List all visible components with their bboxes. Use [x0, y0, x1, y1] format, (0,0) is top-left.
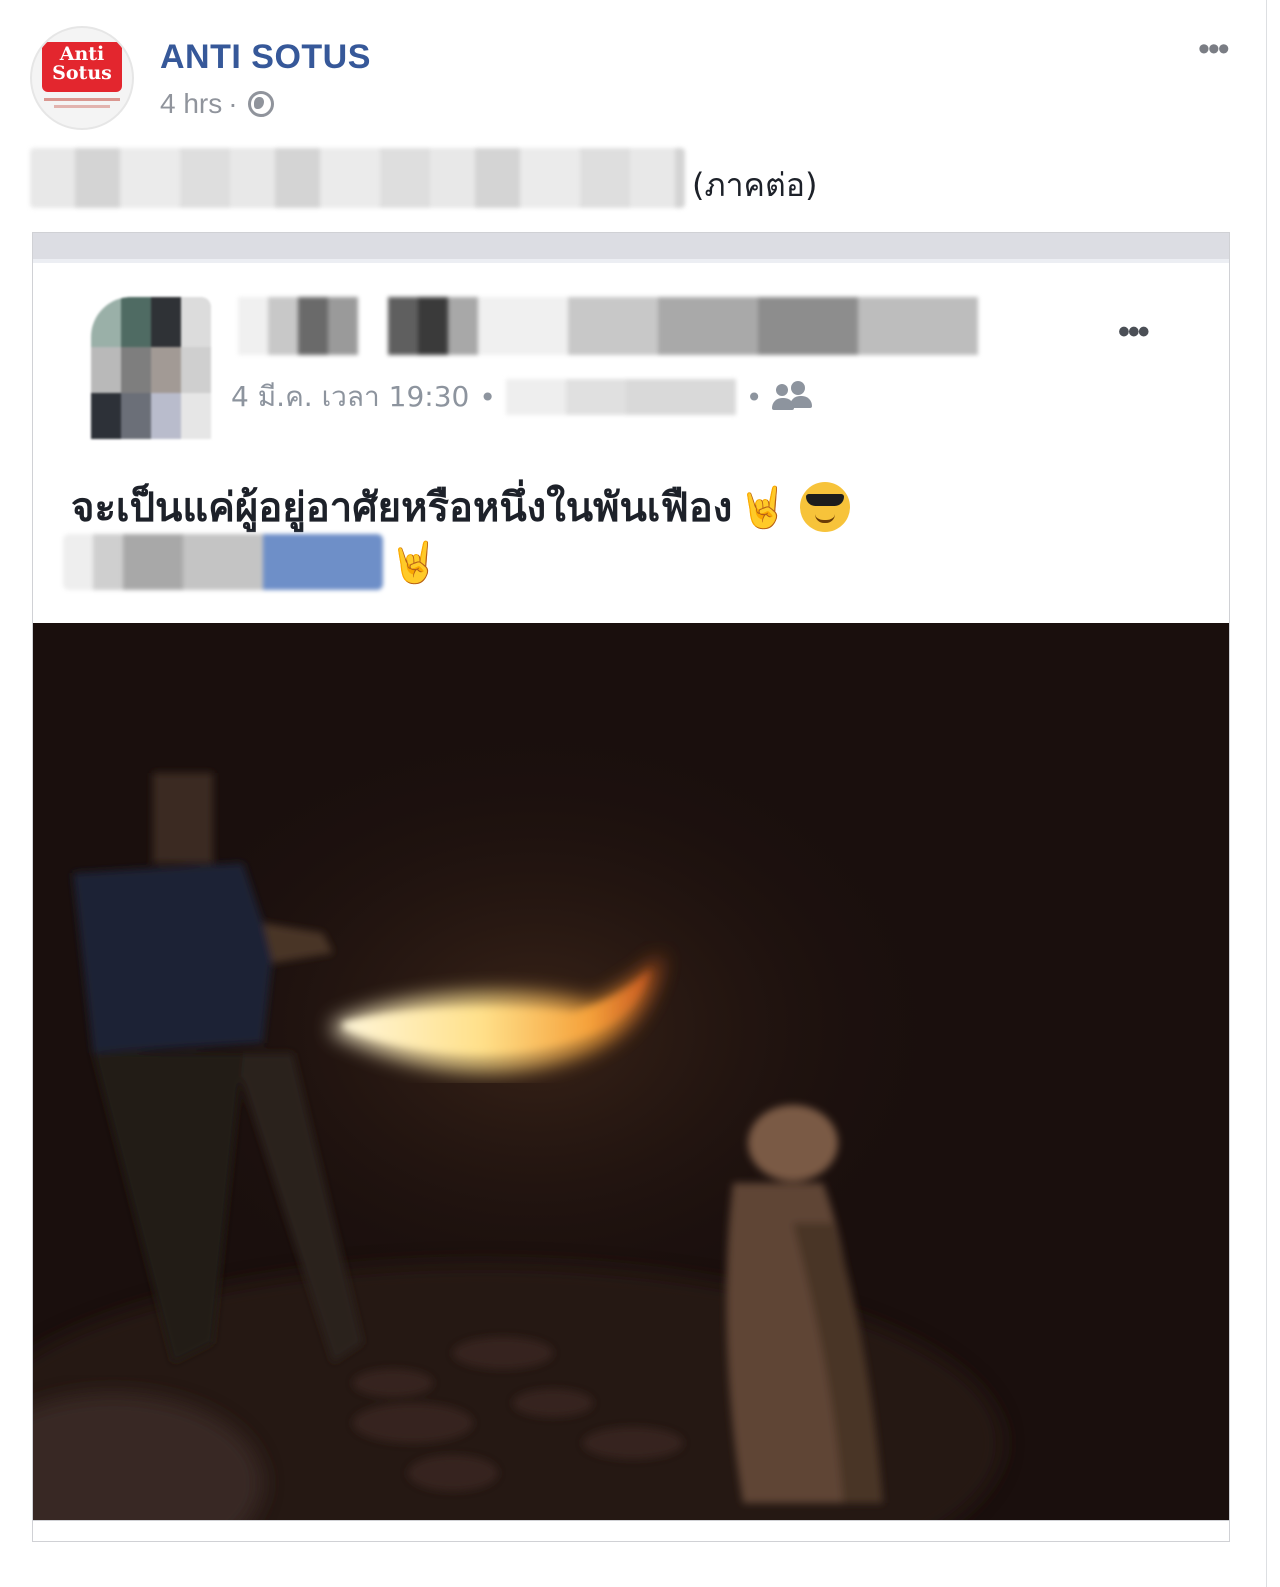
inner-more-icon: •••: [1118, 313, 1150, 351]
shared-topbar: [33, 233, 1229, 263]
friends-icon: [772, 382, 812, 412]
logo-lettering: Anti Sotus: [52, 43, 112, 84]
anti-sotus-logo: Anti Sotus: [42, 42, 122, 92]
blurred-user-avatar: [91, 297, 211, 439]
more-options-icon[interactable]: •••: [1198, 30, 1230, 69]
post-card: Anti Sotus ANTI SOTUS 4 hrs · ••• (ภาคต่อ…: [0, 0, 1267, 1587]
inner-post-meta: 4 มี.ค. เวลา 19:30 • •: [231, 375, 812, 419]
inner-post-text: จะเป็นแค่ผู้อยู่อาศัยหรือหนึ่งในพันเฟือง…: [71, 475, 851, 539]
rock-hand-emoji-icon: 🤘: [738, 484, 789, 531]
globe-icon[interactable]: [247, 91, 274, 117]
inner-post-date: 4 มี.ค. เวลา 19:30: [231, 380, 470, 413]
logo-tagline: [44, 98, 120, 101]
post-photo[interactable]: [33, 623, 1229, 1523]
meta-separator: ·: [228, 88, 238, 119]
page-name-link[interactable]: ANTI SOTUS: [160, 38, 371, 77]
inner-post-tag-line: 🤘: [63, 533, 439, 591]
blurred-location: [505, 379, 736, 415]
rock-hand-emoji-icon-2: 🤘: [389, 540, 439, 585]
blurred-tag: [63, 534, 383, 590]
post-timestamp[interactable]: 4 hrs: [160, 88, 222, 120]
blurred-user-name: [238, 297, 978, 355]
blurred-caption: [30, 148, 685, 208]
post-caption: (ภาคต่อ): [692, 166, 818, 204]
post-meta: 4 hrs ·: [160, 88, 274, 120]
page-avatar[interactable]: Anti Sotus: [32, 28, 132, 128]
shared-bottom-strip: [33, 1520, 1229, 1541]
logo-tagline-2: [54, 105, 110, 108]
sunglasses-emoji-icon: [800, 482, 851, 532]
inner-post-message: จะเป็นแค่ผู้อยู่อาศัยหรือหนึ่งในพันเฟือง: [71, 485, 733, 531]
night-fire-photo: [33, 623, 1229, 1523]
shared-screenshot[interactable]: ••• 4 มี.ค. เวลา 19:30 • • จะเป็นแค่ผู้อ…: [32, 232, 1230, 1542]
inner-meta-separator: •: [479, 380, 496, 414]
inner-meta-separator-2: •: [745, 380, 763, 414]
